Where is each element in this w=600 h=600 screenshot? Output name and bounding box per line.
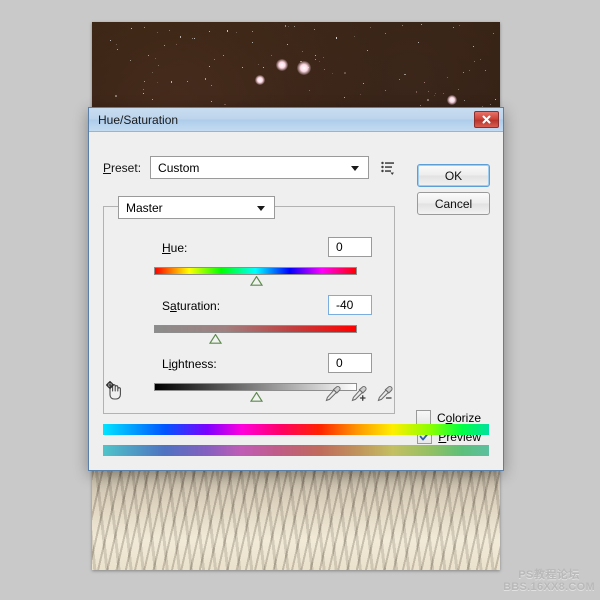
chevron-down-icon [257,205,265,211]
preset-label: Preset: [103,160,142,175]
dialog-title: Hue/Saturation [98,112,179,127]
saturation-value-input[interactable]: -40 [328,295,372,315]
watermark-line-2: BBS.16XX8.COM [503,581,595,594]
channel-value: Master [126,200,163,215]
preset-row: Preset: Custom [103,156,396,179]
dialog-title-bar[interactable]: Hue/Saturation [89,108,503,132]
watermark-line-1: PS教程论坛 [518,568,580,581]
original-hue-spectrum-bar [103,424,489,435]
watermark: PS教程论坛 BBS.16XX8.COM [503,569,595,594]
saturation-label: Saturation: [162,299,221,313]
saturation-slider-handle[interactable] [208,334,222,344]
eyedropper-icon[interactable] [323,384,343,404]
hue-saturation-dialog: Hue/Saturation Preset: Custom OK Cancel … [88,107,504,471]
eyedropper-minus-icon[interactable] [375,384,395,404]
preset-value: Custom [158,160,200,175]
ok-button[interactable]: OK [417,164,490,187]
hue-value-input[interactable]: 0 [328,237,372,257]
channel-dropdown[interactable]: Master [118,196,275,219]
colorize-checkbox-box[interactable] [415,410,431,425]
chevron-down-icon [351,165,360,171]
hue-spectrum-bars [103,424,489,456]
colorize-label: Colorize [436,410,481,425]
eyedropper-plus-icon[interactable] [349,384,369,404]
adjusted-hue-spectrum-bar[interactable] [103,445,489,456]
preset-options-icon[interactable] [380,160,396,176]
saturation-slider-track[interactable] [154,325,357,333]
colorize-checkbox[interactable]: Colorize [415,410,481,425]
lightness-label: Lightness: [162,357,217,371]
lightness-value-input[interactable]: 0 [328,353,372,373]
hue-slider-track[interactable] [154,267,357,275]
preset-dropdown[interactable]: Custom [150,156,370,179]
hue-label: Hue: [162,241,188,255]
lightness-slider-handle[interactable] [249,392,263,402]
dialog-body: Preset: Custom OK Cancel Master Hue: 0 S… [89,132,503,470]
cancel-button[interactable]: Cancel [417,192,490,215]
hue-slider-handle[interactable] [249,276,263,286]
close-icon[interactable] [474,111,499,128]
on-image-adjustment-hand-icon[interactable] [104,380,126,402]
channel-group-box: Master Hue: 0 Saturation: -40 Lightness:… [103,196,395,414]
